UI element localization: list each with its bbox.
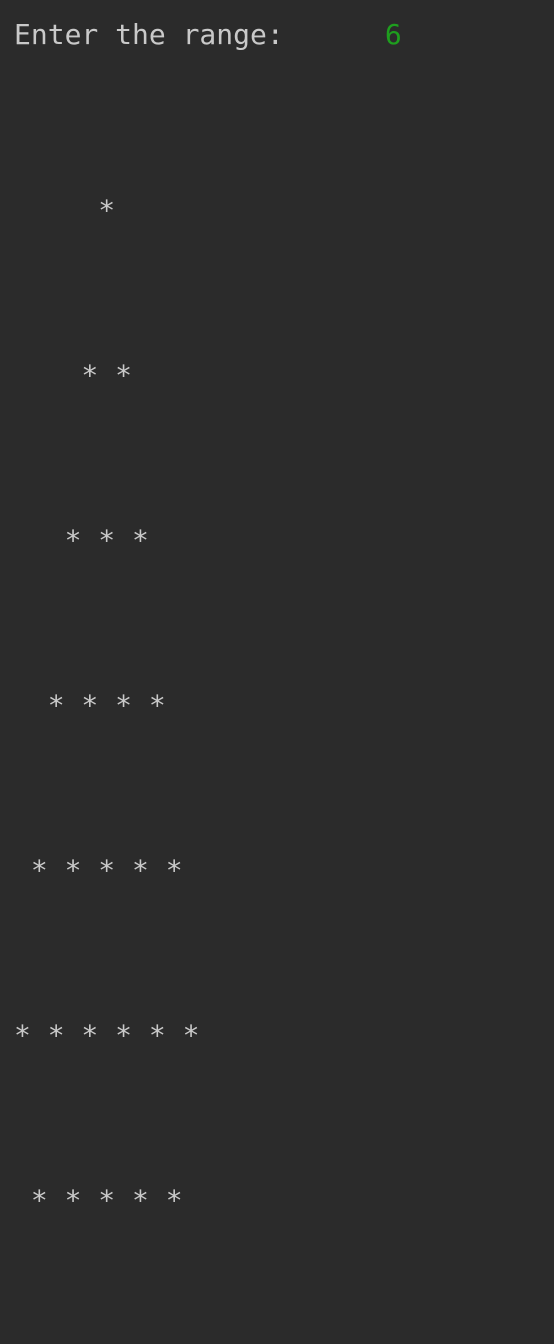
star-row: * * * * *	[14, 854, 183, 887]
star-row: * * * *	[14, 689, 166, 722]
range-input-value[interactable]: 6	[385, 18, 402, 51]
star-row: * * *	[14, 524, 149, 557]
prompt-line: Enter the range: 6	[14, 18, 402, 52]
star-row: *	[14, 194, 116, 227]
star-row: * * * * *	[14, 1184, 183, 1217]
star-pattern-output: * * * * * * * * * * * * * * * * * * * * …	[14, 73, 199, 1344]
star-row: * *	[14, 359, 133, 392]
star-row: * * * * * *	[14, 1019, 200, 1052]
prompt-label: Enter the range:	[14, 18, 284, 51]
star-row: * * * *	[14, 1338, 199, 1344]
terminal-window: Enter the range: 6 * * * * * * * * * * *…	[0, 0, 554, 1217]
prompt-spacer	[284, 18, 385, 51]
